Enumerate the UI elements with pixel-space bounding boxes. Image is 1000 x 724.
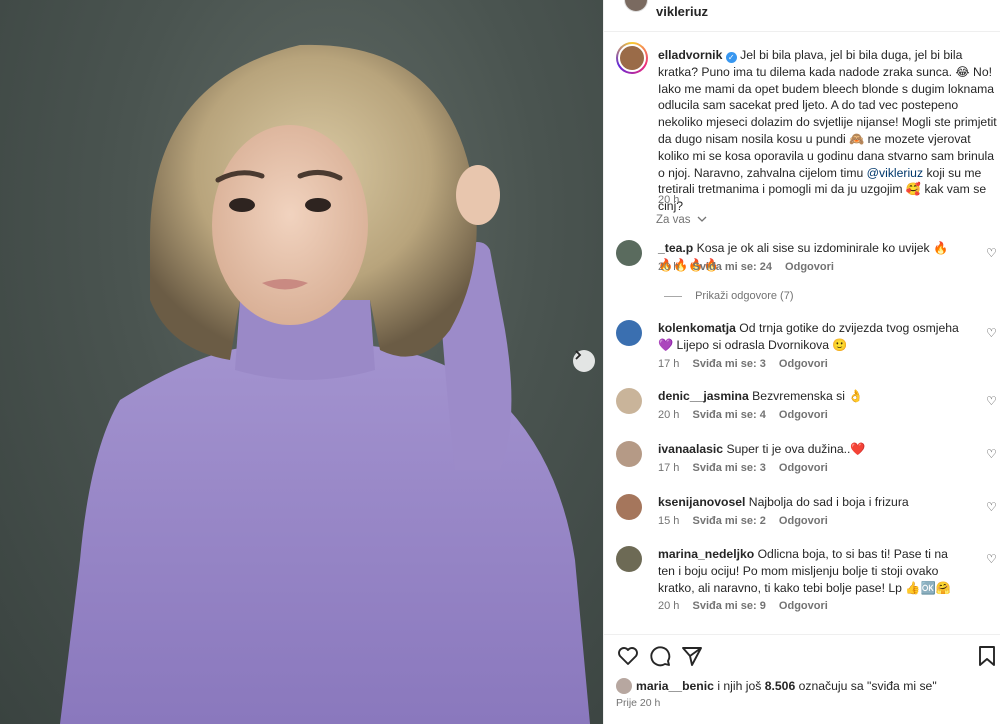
comment-likes[interactable]: Sviđa mi se: 3	[692, 358, 765, 370]
post-timestamp[interactable]: Prije 20 h	[616, 697, 660, 709]
comment-likes[interactable]: Sviđa mi se: 24	[692, 261, 772, 273]
avatar[interactable]	[616, 678, 632, 694]
divider	[604, 634, 1000, 635]
heart-icon[interactable]: ♡	[986, 552, 997, 566]
reply-button[interactable]: Odgovori	[779, 515, 828, 527]
reply-button[interactable]: Odgovori	[785, 261, 834, 273]
share-icon[interactable]	[680, 644, 704, 668]
comment-likes[interactable]: Sviđa mi se: 2	[692, 515, 765, 527]
likes-tail: označuju sa "sviđa mi se"	[798, 679, 937, 693]
chevron-down-icon	[697, 216, 707, 222]
comment-meta: 20 h Sviđa mi se: 4 Odgovori	[658, 409, 838, 421]
comment-text: Super ti je ova dužina..❤️	[726, 442, 866, 456]
heart-icon[interactable]: ♡	[986, 326, 997, 340]
comment-username[interactable]: kolenkomatja	[658, 321, 736, 335]
avatar[interactable]	[616, 388, 642, 414]
caption-text: Jel bi bila plava, jel bi bila duga, jel…	[658, 48, 997, 180]
comment-text: Bezvremenska si 👌	[752, 389, 864, 403]
comment-meta: 15 h Sviđa mi se: 2 Odgovori	[658, 515, 838, 527]
comment-likes[interactable]: Sviđa mi se: 3	[692, 462, 765, 474]
view-replies-label: Prikaži odgovore (7)	[695, 290, 794, 302]
likes-count[interactable]: 8.506	[765, 679, 796, 693]
reply-button[interactable]: Odgovori	[779, 409, 828, 421]
liker-username[interactable]: maria__benic	[636, 679, 714, 693]
reply-button[interactable]: Odgovori	[779, 462, 828, 474]
comment-likes[interactable]: Sviđa mi se: 4	[692, 409, 765, 421]
comment-username[interactable]: _tea.p	[658, 241, 693, 255]
verified-badge-icon: ✓	[725, 52, 737, 63]
avatar[interactable]	[616, 494, 642, 520]
bookmark-icon[interactable]	[975, 644, 999, 668]
portrait-illustration	[60, 44, 590, 724]
caption-username[interactable]: elladvornik	[658, 48, 722, 62]
comment-username[interactable]: denic__jasmina	[658, 389, 749, 403]
comments-scroll[interactable]: elladvornik ✓ Jel bi bila plava, jel bi …	[604, 32, 1000, 632]
comment-username[interactable]: ivanaalasic	[658, 442, 723, 456]
comment-text: Najbolja do sad i boja i frizura	[748, 495, 909, 509]
comment-meta: 20 h Sviđa mi se: 24 Odgovori	[658, 261, 844, 273]
comment-icon[interactable]	[648, 644, 672, 668]
post-header: vikleriuz	[604, 0, 1000, 24]
heart-icon[interactable]: ♡	[986, 447, 997, 461]
translate-label: Za vas	[656, 214, 691, 226]
post-side-panel: vikleriuz elladvornik ✓ Jel bi bila plav…	[603, 0, 1000, 724]
owner-username[interactable]: vikleriuz	[656, 4, 708, 19]
translate-toggle[interactable]: Za vas	[656, 214, 707, 226]
caption-timestamp[interactable]: 20 h	[658, 194, 679, 206]
avatar[interactable]	[616, 320, 642, 346]
chevron-right-icon	[575, 350, 582, 360]
avatar[interactable]	[624, 0, 648, 12]
comment-time[interactable]: 17 h	[658, 358, 679, 370]
comment-time[interactable]: 17 h	[658, 462, 679, 474]
heart-icon[interactable]: ♡	[986, 394, 997, 408]
comment-time[interactable]: 15 h	[658, 515, 679, 527]
next-image-button[interactable]	[573, 350, 595, 372]
heart-icon[interactable]: ♡	[986, 500, 997, 514]
divider	[664, 295, 682, 297]
view-replies-button[interactable]: Prikaži odgovore (7)	[664, 290, 794, 302]
comment-username[interactable]: ksenijanovosel	[658, 495, 745, 509]
comment-likes[interactable]: Sviđa mi se: 9	[692, 600, 765, 612]
comment-time[interactable]: 20 h	[658, 409, 679, 421]
likes-middle: i njih još	[717, 679, 762, 693]
caption-mention[interactable]: @vikleriuz	[867, 166, 923, 180]
avatar[interactable]	[616, 240, 642, 266]
comment-time[interactable]: 20 h	[658, 600, 679, 612]
comment-time[interactable]: 20 h	[658, 261, 679, 273]
avatar[interactable]	[616, 441, 642, 467]
post-photo	[0, 0, 603, 724]
avatar[interactable]	[616, 546, 642, 572]
comment-meta: 17 h Sviđa mi se: 3 Odgovori	[658, 462, 838, 474]
heart-icon[interactable]	[616, 644, 640, 668]
reply-button[interactable]: Odgovori	[779, 358, 828, 370]
caption-avatar[interactable]	[616, 42, 648, 74]
likes-summary: maria__benic i njih još 8.506 označuju s…	[616, 678, 937, 694]
heart-icon[interactable]: ♡	[986, 246, 997, 260]
reply-button[interactable]: Odgovori	[779, 600, 828, 612]
comment-meta: 17 h Sviđa mi se: 3 Odgovori	[658, 358, 838, 370]
post-actions	[604, 640, 1000, 670]
comment-username[interactable]: marina_nedeljko	[658, 547, 754, 561]
comment-meta: 20 h Sviđa mi se: 9 Odgovori	[658, 600, 838, 612]
